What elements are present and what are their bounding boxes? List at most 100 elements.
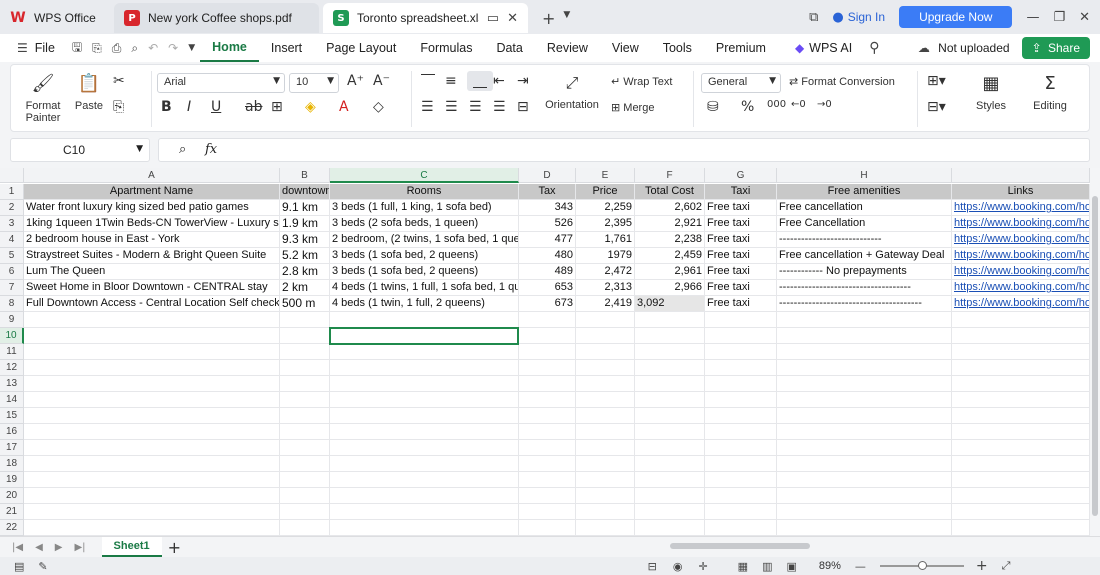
table-cell[interactable]: 4 beds (1 twin, 1 full, 2 queens) — [330, 296, 519, 312]
empty-cell[interactable] — [705, 504, 777, 520]
restore-layout-icon[interactable]: ⧉ — [809, 10, 818, 25]
empty-cell[interactable] — [777, 456, 952, 472]
quick-access-chevron-icon[interactable]: ▼ — [183, 43, 200, 53]
table-cell[interactable]: 526 — [519, 216, 576, 232]
row-header[interactable]: 8 — [0, 296, 24, 312]
table-cell[interactable]: 2,961 — [635, 264, 705, 280]
next-sheet-icon[interactable]: ▶ — [49, 542, 69, 553]
zoom-level[interactable]: 89% — [819, 560, 841, 572]
empty-cell[interactable] — [280, 424, 330, 440]
table-cell[interactable]: Straystreet Suites - Modern & Bright Que… — [24, 248, 280, 264]
row-header[interactable]: 4 — [0, 232, 24, 248]
table-cell[interactable]: Free cancellation — [777, 200, 952, 216]
empty-cell[interactable] — [777, 424, 952, 440]
col-header-a[interactable]: A — [24, 168, 280, 183]
empty-cell[interactable] — [576, 488, 635, 504]
empty-cell[interactable] — [24, 408, 280, 424]
table-cell[interactable]: Lum The Queen — [24, 264, 280, 280]
wps-ai-button[interactable]: ◆ WPS AI — [778, 34, 864, 62]
empty-cell[interactable] — [635, 344, 705, 360]
empty-cell[interactable] — [576, 408, 635, 424]
row-header[interactable]: 11 — [0, 344, 24, 360]
empty-cell[interactable] — [705, 344, 777, 360]
macro-icon[interactable]: ▤ — [14, 560, 24, 573]
table-cell[interactable]: Free taxi — [705, 200, 777, 216]
empty-cell[interactable] — [280, 456, 330, 472]
zoom-out-icon[interactable]: — — [855, 560, 866, 573]
increase-decimal-icon[interactable]: ←0 — [791, 99, 806, 110]
row-header[interactable]: 17 — [0, 440, 24, 456]
table-cell[interactable]: Sweet Home in Bloor Downtown - CENTRAL s… — [24, 280, 280, 296]
empty-cell[interactable] — [635, 312, 705, 328]
window-float-icon[interactable]: ▭ — [487, 11, 499, 26]
empty-cell[interactable] — [635, 328, 705, 344]
format-conversion-button[interactable]: ⇄ Format Conversion — [789, 75, 895, 88]
empty-cell[interactable] — [24, 488, 280, 504]
col-header-b[interactable]: B — [280, 168, 330, 183]
distributed-icon[interactable]: ⊟ — [517, 99, 529, 115]
eye-protection-icon[interactable]: ◉ — [673, 560, 683, 573]
align-bottom-icon[interactable]: ⎽ — [467, 71, 493, 91]
empty-cell[interactable] — [330, 424, 519, 440]
table-cell[interactable]: 1979 — [576, 248, 635, 264]
page-break-view-icon[interactable]: ▣ — [786, 560, 796, 573]
empty-cell[interactable] — [330, 344, 519, 360]
empty-cell[interactable] — [519, 408, 576, 424]
row-header[interactable]: 6 — [0, 264, 24, 280]
row-header[interactable]: 16 — [0, 424, 24, 440]
empty-cell[interactable] — [519, 520, 576, 536]
empty-cell[interactable] — [705, 456, 777, 472]
empty-cell[interactable] — [24, 504, 280, 520]
font-size-combo[interactable]: 10 ▼ — [289, 73, 339, 93]
crosshair-icon[interactable]: ✛ — [698, 560, 707, 573]
empty-cell[interactable] — [24, 424, 280, 440]
empty-cell[interactable] — [635, 520, 705, 536]
empty-cell[interactable] — [330, 456, 519, 472]
align-middle-icon[interactable]: ≡ — [445, 73, 457, 89]
table-cell[interactable]: 4 beds (1 twins, 1 full, 1 sofa bed, 1 q… — [330, 280, 519, 296]
table-cell[interactable]: 2,419 — [576, 296, 635, 312]
tab-page-layout[interactable]: Page Layout — [314, 34, 408, 62]
empty-cell[interactable] — [705, 376, 777, 392]
empty-cell[interactable] — [952, 392, 1090, 408]
empty-cell[interactable] — [330, 488, 519, 504]
empty-cell[interactable] — [280, 488, 330, 504]
empty-cell[interactable] — [24, 472, 280, 488]
empty-cell[interactable] — [330, 312, 519, 328]
share-button[interactable]: ⇪ Share — [1021, 37, 1090, 59]
empty-cell[interactable] — [24, 440, 280, 456]
borders-icon[interactable]: ⊞ — [271, 99, 283, 115]
table-cell[interactable]: 2 bedroom house in East - York — [24, 232, 280, 248]
empty-cell[interactable] — [777, 392, 952, 408]
empty-cell[interactable] — [519, 424, 576, 440]
export-pdf-icon[interactable]: ⎘ — [87, 41, 107, 56]
empty-cell[interactable] — [330, 408, 519, 424]
align-right-icon[interactable]: ☰ — [469, 99, 482, 115]
table-cell[interactable]: https://www.booking.com/hotel — [952, 248, 1090, 264]
empty-cell[interactable] — [24, 392, 280, 408]
empty-cell[interactable] — [952, 472, 1090, 488]
table-cell[interactable]: https://www.booking.com/hotel — [952, 200, 1090, 216]
row-header[interactable]: 9 — [0, 312, 24, 328]
decrease-font-icon[interactable]: A⁻ — [373, 73, 390, 89]
header-cell[interactable]: Links — [952, 184, 1090, 200]
row-header[interactable]: 7 — [0, 280, 24, 296]
table-cell[interactable]: --------------------------------------- — [777, 296, 952, 312]
row-header[interactable]: 13 — [0, 376, 24, 392]
row-header[interactable]: 10 — [0, 328, 24, 344]
empty-cell[interactable] — [635, 504, 705, 520]
header-cell[interactable]: Apartment Name — [24, 184, 280, 200]
empty-cell[interactable] — [519, 392, 576, 408]
empty-cell[interactable] — [635, 392, 705, 408]
empty-cell[interactable] — [952, 504, 1090, 520]
empty-cell[interactable] — [952, 456, 1090, 472]
table-format-icon[interactable]: ⊟▾ — [927, 99, 946, 115]
empty-cell[interactable] — [777, 344, 952, 360]
table-cell[interactable]: https://www.booking.com/hotel — [952, 296, 1090, 312]
empty-cell[interactable] — [24, 360, 280, 376]
table-cell[interactable]: 2,313 — [576, 280, 635, 296]
table-cell[interactable]: 2,472 — [576, 264, 635, 280]
table-cell[interactable]: Free taxi — [705, 296, 777, 312]
selected-cell-c10[interactable] — [329, 327, 519, 345]
tab-data[interactable]: Data — [484, 34, 534, 62]
